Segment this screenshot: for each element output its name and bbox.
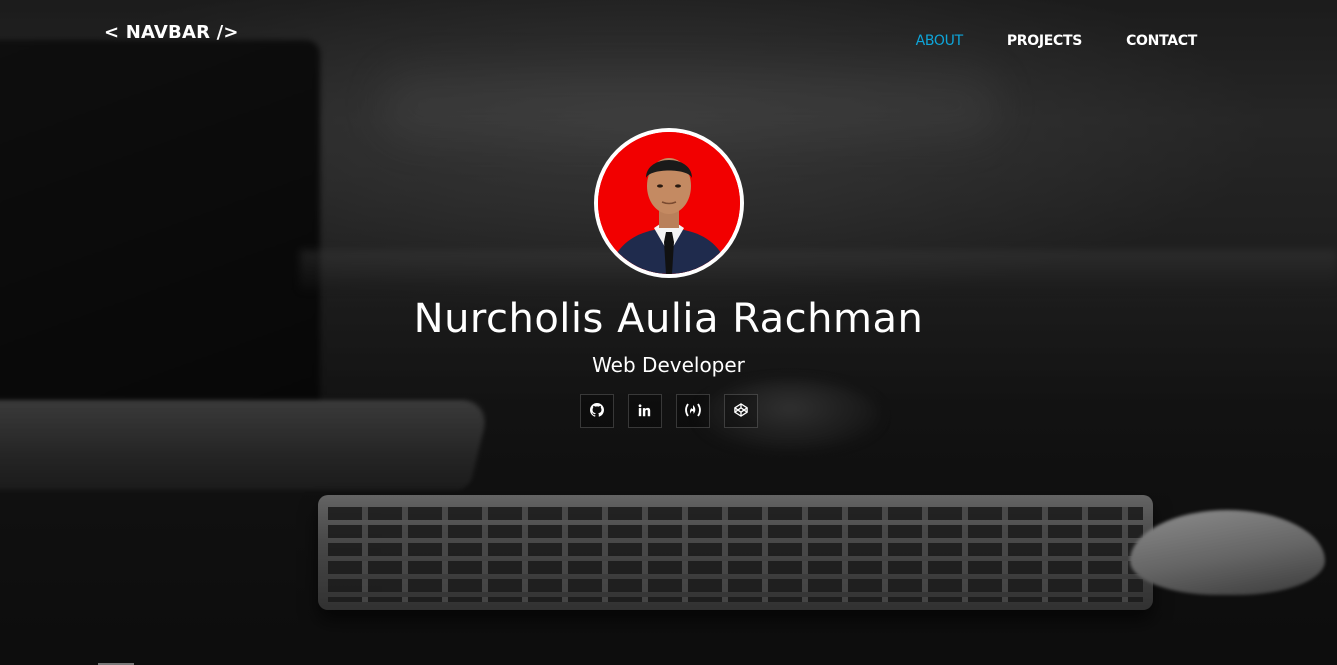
profile-role: Web Developer [592, 353, 745, 377]
nav-link-contact[interactable]: CONTACT [1126, 33, 1197, 49]
hero-section: < NAVBAR /> ABOUT PROJECTS CONTACT Nurch… [0, 0, 1337, 665]
linkedin-icon [638, 402, 651, 421]
navbar: < NAVBAR /> ABOUT PROJECTS CONTACT [0, 0, 1337, 80]
social-links [0, 394, 1337, 428]
brand-logo[interactable]: < NAVBAR /> [104, 22, 239, 43]
codepen-link[interactable] [723, 394, 758, 428]
nav-link-about[interactable]: ABOUT [916, 33, 964, 49]
nav-link-projects[interactable]: PROJECTS [1007, 33, 1083, 49]
github-icon [589, 402, 604, 421]
profile-name: Nurcholis Aulia Rachman [413, 296, 924, 342]
freecodecamp-icon [684, 402, 702, 421]
linkedin-link[interactable] [627, 394, 662, 428]
nav-links: ABOUT PROJECTS CONTACT [916, 33, 1198, 49]
github-link[interactable] [579, 394, 614, 428]
codepen-icon [733, 402, 748, 421]
profile-section: Nurcholis Aulia Rachman Web Developer [0, 128, 1337, 428]
profile-photo [593, 128, 744, 278]
freecodecamp-link[interactable] [675, 394, 710, 428]
